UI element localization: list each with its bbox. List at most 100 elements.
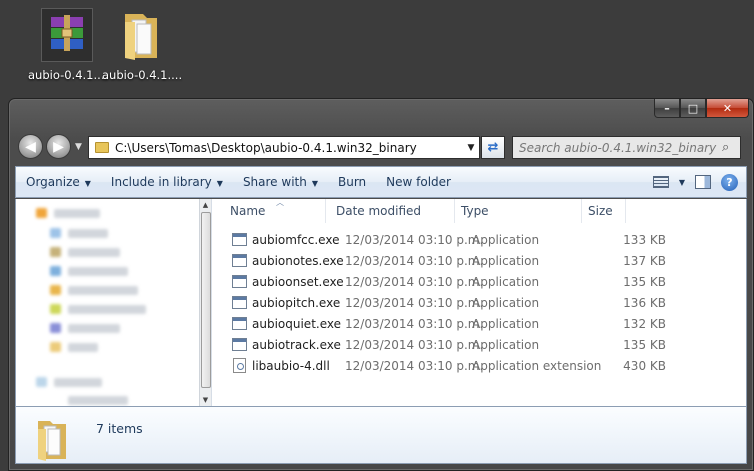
file-type: Application <box>472 337 540 352</box>
nav-item[interactable] <box>54 378 102 387</box>
nav-item[interactable] <box>68 286 138 295</box>
scroll-up-icon[interactable]: ▲ <box>200 199 211 211</box>
recent-locations-dropdown[interactable]: ▼ <box>75 142 82 152</box>
nav-item[interactable] <box>68 396 128 405</box>
item-count: 7 items <box>96 420 143 436</box>
nav-item-icon <box>50 247 61 257</box>
chevron-down-icon[interactable]: ▼ <box>463 143 479 153</box>
file-type: Application <box>472 274 540 289</box>
nav-item[interactable] <box>68 248 120 257</box>
address-bar[interactable]: C:\Users\Tomas\Desktop\aubio-0.4.1.win32… <box>88 136 480 159</box>
file-date: 12/03/2014 03:10 p.m. <box>345 316 484 331</box>
nav-item[interactable] <box>68 229 108 238</box>
column-header-name[interactable]: ︿ Name <box>212 198 326 223</box>
file-row[interactable]: aubiotrack.exe 12/03/2014 03:10 p.m. App… <box>212 334 746 355</box>
search-input[interactable]: Search aubio-0.4.1.win32_binary ⌕ <box>512 136 741 159</box>
window-controls: – □ ✕ <box>654 99 749 118</box>
file-row[interactable]: aubiopitch.exe 12/03/2014 03:10 p.m. App… <box>212 292 746 313</box>
application-icon <box>232 275 247 288</box>
favorites-icon <box>36 208 47 218</box>
nav-item[interactable] <box>54 209 100 218</box>
refresh-button[interactable]: ⇄ <box>481 136 505 159</box>
nav-item-icon <box>50 304 61 314</box>
search-icon[interactable]: ⌕ <box>722 140 740 155</box>
address-path[interactable]: C:\Users\Tomas\Desktop\aubio-0.4.1.win32… <box>115 141 463 155</box>
nav-item[interactable] <box>68 267 128 276</box>
file-date: 12/03/2014 03:10 p.m. <box>345 232 484 247</box>
scroll-down-icon[interactable]: ▼ <box>200 394 211 406</box>
file-size: 430 KB <box>623 358 666 373</box>
file-name-cell: aubiopitch.exe <box>212 296 340 310</box>
file-type: Application <box>472 253 540 268</box>
file-row[interactable]: aubioquiet.exe 12/03/2014 03:10 p.m. App… <box>212 313 746 334</box>
file-name: aubionotes.exe <box>252 253 344 268</box>
application-icon <box>232 296 247 309</box>
file-row[interactable]: aubiomfcc.exe 12/03/2014 03:10 p.m. Appl… <box>212 229 746 250</box>
help-icon[interactable]: ? <box>721 173 738 191</box>
maximize-button[interactable]: □ <box>680 99 706 118</box>
desktop-icon-label: aubio-0.4.1.... <box>28 68 109 82</box>
minimize-button[interactable]: – <box>654 99 680 118</box>
close-button[interactable]: ✕ <box>706 99 749 118</box>
file-row[interactable]: aubionotes.exe 12/03/2014 03:10 p.m. App… <box>212 250 746 271</box>
navigation-scrollbar[interactable]: ▲ ▼ <box>199 199 211 406</box>
column-header-size[interactable]: Size <box>582 199 626 223</box>
new-folder-button[interactable]: New folder <box>376 175 461 189</box>
chevron-down-icon: ▼ <box>84 179 91 188</box>
organize-menu[interactable]: Organize ▼ <box>16 175 101 189</box>
file-size: 133 KB <box>623 232 666 247</box>
file-name-cell: libaubio-4.dll <box>212 358 336 373</box>
nav-item[interactable] <box>68 343 98 352</box>
nav-item[interactable] <box>68 305 146 314</box>
file-type: Application <box>472 316 540 331</box>
nav-item-icon <box>50 342 61 352</box>
file-name-cell: aubionotes.exe <box>212 254 344 268</box>
application-icon <box>232 233 247 246</box>
scrollbar-thumb[interactable] <box>201 212 211 388</box>
chevron-down-icon: ▼ <box>216 179 223 188</box>
file-name-cell: aubiotrack.exe <box>212 338 341 352</box>
forward-button[interactable]: ▶ <box>46 134 71 159</box>
folder-icon <box>115 8 167 62</box>
file-size: 135 KB <box>623 274 666 289</box>
file-row[interactable]: libaubio-4.dll 12/03/2014 03:10 p.m. App… <box>212 355 746 376</box>
winrar-archive-icon <box>41 8 93 62</box>
libraries-icon <box>36 377 47 387</box>
file-date: 12/03/2014 03:10 p.m. <box>345 253 484 268</box>
change-view-icon[interactable] <box>652 176 669 188</box>
application-icon <box>232 317 247 330</box>
file-name: aubioquiet.exe <box>252 316 341 331</box>
desktop-icon-archive[interactable]: aubio-0.4.1.... <box>28 8 109 82</box>
navigation-pane[interactable] <box>15 199 211 406</box>
file-list[interactable]: ︿ Name Date modified Type Size aubiomfcc.… <box>211 198 747 406</box>
file-size: 132 KB <box>623 316 666 331</box>
file-size: 135 KB <box>623 337 666 352</box>
file-name-cell: aubioonset.exe <box>212 275 344 289</box>
back-button[interactable]: ◀ <box>18 134 43 159</box>
column-header-type[interactable]: Type <box>455 199 582 223</box>
chevron-down-icon: ▼ <box>311 179 318 188</box>
file-type: Application <box>472 232 540 247</box>
file-name: aubiomfcc.exe <box>252 232 340 247</box>
share-with-label: Share with <box>242 175 307 189</box>
file-name-cell: aubioquiet.exe <box>212 317 341 331</box>
back-arrow-icon: ◀ <box>25 138 36 155</box>
file-size: 137 KB <box>623 253 666 268</box>
view-options-chevron-icon[interactable]: ▼ <box>679 178 685 187</box>
refresh-icon: ⇄ <box>487 140 499 155</box>
sort-ascending-icon: ︿ <box>276 198 284 207</box>
file-rows: aubiomfcc.exe 12/03/2014 03:10 p.m. Appl… <box>212 229 746 376</box>
include-in-library-menu[interactable]: Include in library ▼ <box>101 175 233 189</box>
preview-pane-icon[interactable] <box>695 175 711 189</box>
file-name: libaubio-4.dll <box>252 358 330 373</box>
file-row[interactable]: aubioonset.exe 12/03/2014 03:10 p.m. App… <box>212 271 746 292</box>
desktop-icon-folder[interactable]: aubio-0.4.1.... <box>102 8 182 82</box>
file-name: aubiotrack.exe <box>252 337 341 352</box>
include-in-library-label: Include in library <box>110 175 212 189</box>
burn-button[interactable]: Burn <box>328 175 376 189</box>
application-icon <box>232 338 247 351</box>
file-name: aubiopitch.exe <box>252 295 341 310</box>
column-header-date-modified[interactable]: Date modified <box>326 199 455 223</box>
share-with-menu[interactable]: Share with ▼ <box>233 175 328 189</box>
nav-item[interactable] <box>68 324 120 333</box>
